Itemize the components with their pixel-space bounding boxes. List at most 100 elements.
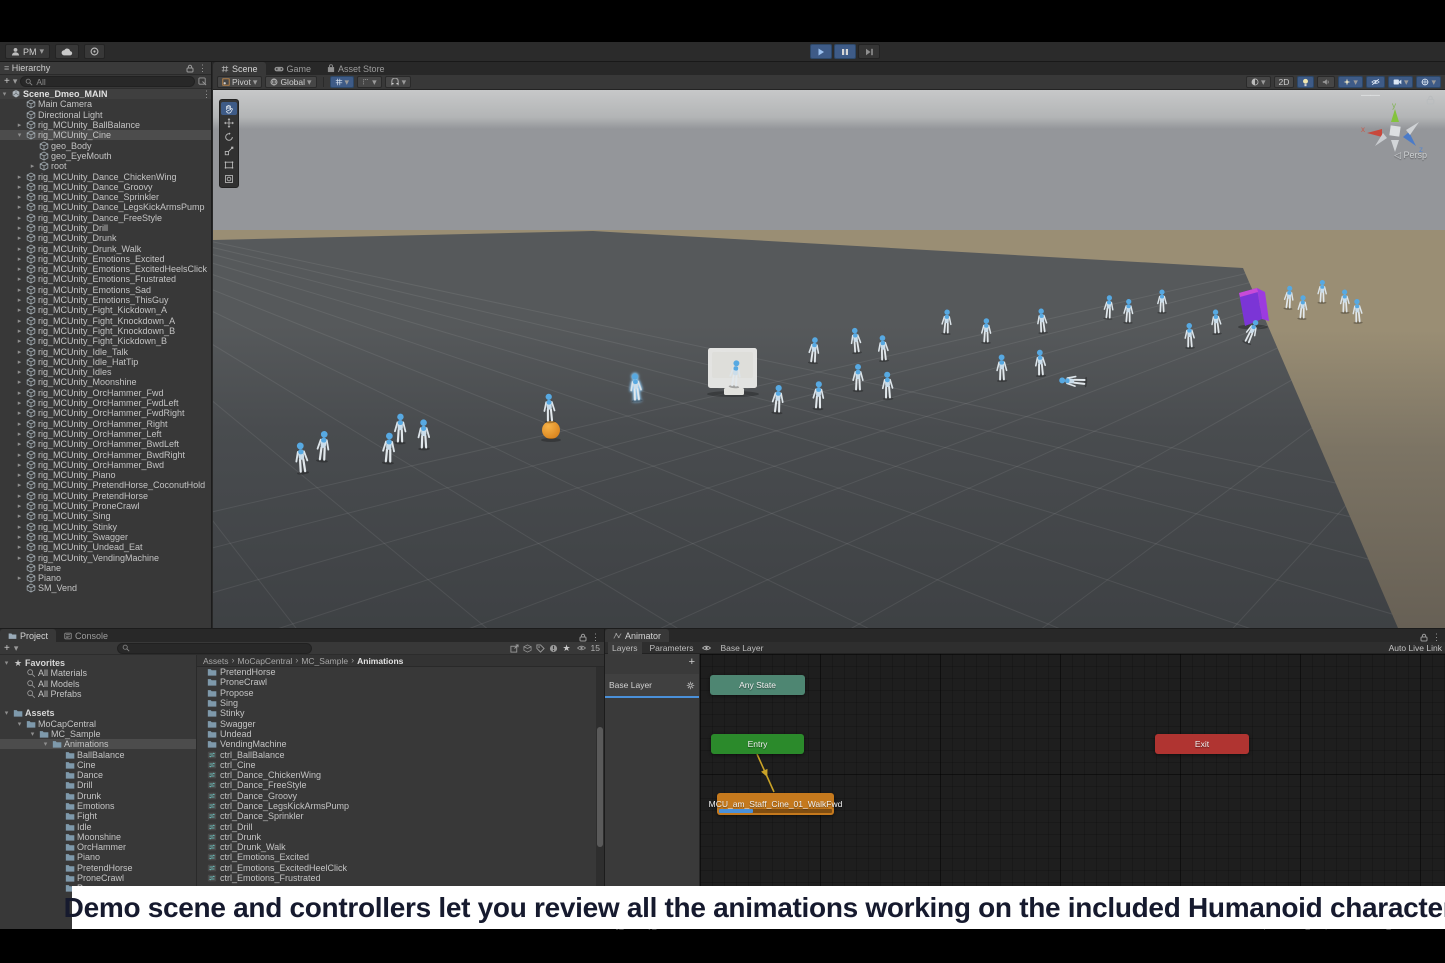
hierarchy-item[interactable]: ▸rig_MCUnity_OrcHammer_FwdRight (0, 408, 211, 418)
animator-state-node[interactable]: Entry (711, 734, 804, 754)
project-file-item[interactable]: ctrl_Dance_Sprinkler (197, 811, 596, 821)
hierarchy-item[interactable]: ▸rig_MCUnity_PretendHorse_CoconutHold (0, 480, 211, 490)
hierarchy-item[interactable]: geo_EyeMouth (0, 151, 211, 161)
hierarchy-item[interactable]: ▸rig_MCUnity_VendingMachine (0, 552, 211, 562)
project-tree-item[interactable]: Idle (0, 821, 196, 831)
project-tree-item[interactable]: All Prefabs (0, 689, 196, 699)
chevron-down-icon[interactable]: ▾ (13, 77, 18, 86)
hierarchy-item[interactable]: ▸rig_MCUnity_Dance_Groovy (0, 182, 211, 192)
grid-snap-toggle[interactable]: ▾ (330, 76, 355, 88)
tab-scene[interactable]: Scene (213, 62, 266, 75)
hierarchy-item[interactable]: ▸rig_MCUnity_Fight_Knockdown_B (0, 326, 211, 336)
project-file-item[interactable]: ctrl_Emotions_Frustrated (197, 873, 596, 883)
project-tree-item[interactable]: All Materials (0, 668, 196, 678)
hierarchy-item[interactable]: geo_Body (0, 140, 211, 150)
hierarchy-item[interactable]: ▸rig_MCUnity_Swagger (0, 532, 211, 542)
layers-tab[interactable]: Layers (608, 642, 642, 654)
project-file-item[interactable]: ctrl_Emotions_ExcitedHeelClick (197, 863, 596, 873)
breadcrumb-item[interactable]: Assets (203, 656, 229, 666)
project-tree-item[interactable]: Drunk (0, 791, 196, 801)
hand-tool-button[interactable] (221, 102, 237, 115)
hierarchy-item[interactable]: ▸rig_MCUnity_Dance_Sprinkler (0, 192, 211, 202)
info-icon[interactable] (549, 644, 558, 653)
hierarchy-item[interactable]: ▸rig_MCUnity_ProneCrawl (0, 501, 211, 511)
transform-tool-button[interactable] (221, 172, 237, 185)
parameters-tab[interactable]: Parameters (646, 642, 698, 654)
hierarchy-item[interactable]: ▸rig_MCUnity_Dance_LegsKickArmsPump (0, 202, 211, 212)
snap-increment-toggle[interactable]: ▾ (357, 76, 382, 88)
hierarchy-item[interactable]: ▸rig_MCUnity_PretendHorse (0, 491, 211, 501)
hierarchy-item[interactable]: ▸rig_MCUnity_Emotions_ThisGuy (0, 295, 211, 305)
project-tree-item[interactable]: All Models (0, 679, 196, 689)
import-package-icon[interactable] (523, 644, 532, 653)
add-object-button[interactable]: + (4, 76, 10, 87)
hierarchy-item[interactable]: ▸rig_MCUnity_OrcHammer_Fwd (0, 388, 211, 398)
project-tree-item[interactable]: Cine (0, 760, 196, 770)
project-file-item[interactable]: Propose (197, 688, 596, 698)
project-file-item[interactable]: Swagger (197, 718, 596, 728)
step-button[interactable] (858, 44, 880, 59)
gizmos-dropdown[interactable]: ▾ (1416, 76, 1441, 88)
hierarchy-item[interactable]: ▸rig_MCUnity_Drill (0, 223, 211, 233)
hierarchy-item[interactable]: ▸rig_MCUnity_Undead_Eat (0, 542, 211, 552)
project-file-item[interactable]: ctrl_Drunk_Walk (197, 842, 596, 852)
kebab-menu-icon[interactable]: ⋮ (591, 633, 600, 642)
animator-state-node[interactable]: MCU_am_Staff_Cine_01_WalkFwd (717, 793, 834, 815)
project-tree-item[interactable]: Moonshine (0, 832, 196, 842)
hierarchy-item[interactable]: ▸rig_MCUnity_Fight_Kickdown_B (0, 336, 211, 346)
project-tree-item[interactable]: ▾★Favorites (0, 658, 196, 668)
kebab-menu-icon[interactable]: ⋮ (198, 64, 207, 73)
rotate-tool-button[interactable] (221, 130, 237, 143)
breadcrumb-item[interactable]: MC_Sample (301, 656, 348, 666)
tab-animator[interactable]: Animator (605, 629, 669, 642)
add-asset-button[interactable]: + (4, 643, 10, 654)
layer-item-base[interactable]: Base Layer (605, 674, 699, 696)
project-tree-item[interactable]: Dance (0, 770, 196, 780)
lock-icon[interactable] (579, 633, 587, 642)
project-tree-item[interactable]: ▾MC_Sample (0, 729, 196, 739)
global-toggle[interactable]: Global▾ (265, 76, 316, 88)
2d-toggle[interactable]: 2D (1274, 76, 1295, 88)
hierarchy-item[interactable]: ▸rig_MCUnity_Emotions_Excited (0, 254, 211, 264)
project-file-item[interactable]: VendingMachine (197, 739, 596, 749)
add-layer-button[interactable]: + (689, 656, 695, 668)
pivot-toggle[interactable]: Pivot▾ (217, 76, 262, 88)
hierarchy-item[interactable]: Directional Light (0, 110, 211, 120)
kebab-menu-icon[interactable]: ⋮ (1432, 633, 1441, 642)
hierarchy-item[interactable]: ▸Piano (0, 573, 211, 583)
hierarchy-item[interactable]: ▸rig_MCUnity_OrcHammer_Right (0, 419, 211, 429)
project-file-item[interactable]: ctrl_Dance_Groovy (197, 791, 596, 801)
hidden-count-eye-icon[interactable] (576, 644, 587, 652)
hierarchy-item[interactable]: ▸root (0, 161, 211, 171)
project-tree-item[interactable]: ▾Animations (0, 739, 196, 749)
project-search-input[interactable] (117, 643, 312, 654)
hierarchy-item[interactable]: ▸rig_MCUnity_Idles (0, 367, 211, 377)
tab-asset-store[interactable]: Asset Store (319, 62, 393, 75)
picker-icon[interactable] (198, 77, 207, 86)
project-file-item[interactable]: Stinky (197, 708, 596, 718)
hierarchy-item[interactable]: ▸rig_MCUnity_OrcHammer_Left (0, 429, 211, 439)
project-file-item[interactable]: Sing (197, 698, 596, 708)
services-button[interactable] (84, 44, 105, 59)
project-file-item[interactable]: ctrl_Cine (197, 760, 596, 770)
hierarchy-item[interactable]: ▸rig_MCUnity_Drunk_Walk (0, 243, 211, 253)
project-file-item[interactable]: PretendHorse (197, 667, 596, 677)
breadcrumb-item-current[interactable]: Animations (357, 656, 403, 666)
project-tree-item[interactable]: OrcHammer (0, 842, 196, 852)
project-tree-item[interactable]: Fight (0, 811, 196, 821)
project-file-item[interactable]: ctrl_BallBalance (197, 749, 596, 759)
hierarchy-item[interactable]: ▸rig_MCUnity_Emotions_Sad (0, 285, 211, 295)
hierarchy-item[interactable]: ▸rig_MCUnity_Fight_Knockdown_A (0, 316, 211, 326)
cloud-button[interactable] (55, 44, 79, 59)
project-file-item[interactable]: Undead (197, 729, 596, 739)
hierarchy-search-input[interactable]: All (20, 76, 195, 87)
hierarchy-item[interactable]: ▸rig_MCUnity_Emotions_Frustrated (0, 274, 211, 284)
lighting-toggle[interactable] (1297, 76, 1314, 88)
animator-breadcrumb[interactable]: Base Layer (716, 642, 767, 654)
hierarchy-item[interactable]: ▸rig_MCUnity_Stinky (0, 521, 211, 531)
hierarchy-scene-root[interactable]: ▾Scene_Dmeo_MAIN⋮ (0, 89, 211, 99)
effects-dropdown[interactable]: ▾ (1338, 76, 1363, 88)
project-tree-item[interactable]: ProneCrawl (0, 873, 196, 883)
hierarchy-item[interactable]: ▸rig_MCUnity_Dance_ChickenWing (0, 171, 211, 181)
scene-visibility-toggle[interactable] (1366, 76, 1385, 88)
